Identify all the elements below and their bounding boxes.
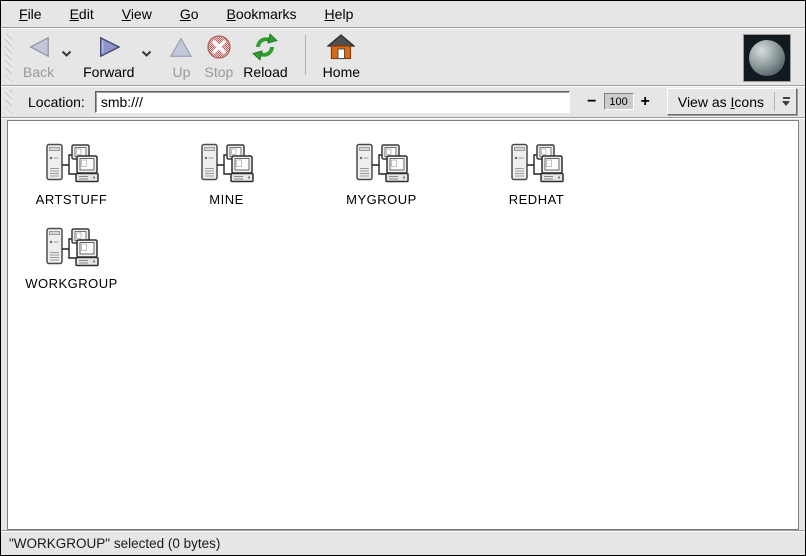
network-item-redhat[interactable]: REDHAT: [485, 143, 640, 207]
network-item-workgroup[interactable]: WORKGROUP: [20, 227, 175, 291]
location-label: Location:: [28, 94, 85, 110]
toolbar-separator: [305, 35, 306, 75]
network-workgroup-icon: [44, 227, 100, 271]
menu-help[interactable]: Help: [311, 2, 368, 26]
status-text: "WORKGROUP" selected (0 bytes): [9, 536, 220, 551]
view-as-label: View as Icons: [678, 94, 764, 110]
reload-button[interactable]: Reload: [243, 33, 287, 80]
back-icon: [26, 33, 52, 61]
forward-button[interactable]: Forward: [83, 33, 134, 80]
file-view[interactable]: ARTSTUFF MINE MYGROUP REDHAT WORKGROUP: [7, 120, 799, 530]
stop-button[interactable]: Stop: [204, 33, 233, 80]
location-bar: Location: − 100 + View as Icons: [1, 86, 805, 118]
location-input[interactable]: [95, 91, 570, 113]
file-manager-window: File Edit View Go Bookmarks Help Back Fo…: [0, 0, 806, 556]
network-workgroup-icon: [509, 143, 565, 187]
up-icon: [168, 33, 194, 61]
network-workgroup-icon: [199, 143, 255, 187]
network-workgroup-icon: [354, 143, 410, 187]
menu-view[interactable]: View: [108, 2, 166, 26]
menu-file[interactable]: File: [5, 2, 56, 26]
home-icon: [327, 33, 355, 61]
view-as-dropdown[interactable]: View as Icons: [667, 88, 797, 115]
up-button[interactable]: Up: [168, 33, 194, 80]
network-item-mygroup[interactable]: MYGROUP: [330, 143, 485, 207]
throbber: [743, 34, 791, 82]
status-bar: "WORKGROUP" selected (0 bytes): [1, 530, 805, 555]
menu-edit[interactable]: Edit: [56, 2, 108, 26]
zoom-in-button[interactable]: +: [634, 93, 657, 111]
toolbar-grip-handle[interactable]: [5, 34, 12, 82]
forward-icon: [95, 33, 123, 61]
reload-icon: [251, 33, 279, 61]
location-bar-grip-handle[interactable]: [5, 90, 12, 114]
globe-icon: [749, 40, 785, 76]
zoom-out-button[interactable]: −: [580, 93, 603, 111]
back-button[interactable]: Back: [23, 33, 54, 80]
menubar: File Edit View Go Bookmarks Help: [1, 1, 805, 28]
icon-grid: ARTSTUFF MINE MYGROUP REDHAT WORKGROUP: [20, 143, 660, 311]
network-item-artstuff[interactable]: ARTSTUFF: [20, 143, 175, 207]
dropdown-indicator-icon: [774, 92, 790, 111]
network-item-mine[interactable]: MINE: [175, 143, 330, 207]
network-workgroup-icon: [44, 143, 100, 187]
menu-go[interactable]: Go: [166, 2, 213, 26]
back-history-dropdown[interactable]: [61, 45, 72, 63]
home-button[interactable]: Home: [323, 33, 360, 80]
stop-icon: [206, 33, 232, 61]
forward-history-dropdown[interactable]: [141, 45, 152, 63]
menu-bookmarks[interactable]: Bookmarks: [213, 2, 311, 26]
zoom-level-indicator[interactable]: 100: [604, 93, 634, 110]
toolbar: Back Forward Up Stop: [1, 28, 805, 86]
